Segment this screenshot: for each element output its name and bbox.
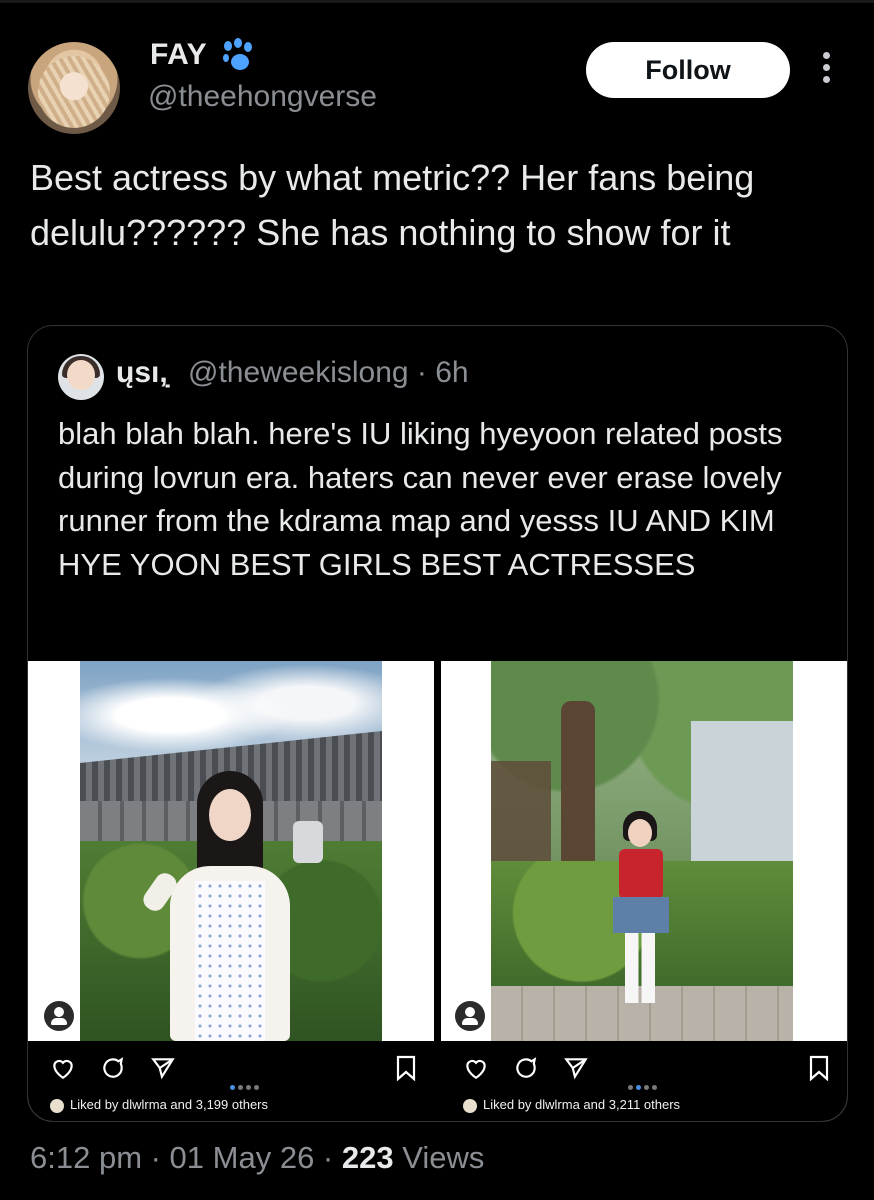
tweet-text: Best actress by what metric?? Her fans b…	[30, 157, 755, 253]
top-divider	[0, 0, 874, 3]
share-icon[interactable]	[150, 1055, 176, 1081]
author-handle[interactable]: @theehongverse	[148, 80, 377, 114]
heart-icon[interactable]	[50, 1055, 76, 1081]
user-tag-icon[interactable]	[455, 1001, 485, 1031]
instagram-action-bar: Liked by dlwlrma and 3,211 others	[441, 1041, 847, 1121]
liker-avatar	[50, 1098, 64, 1113]
views-count: 223	[341, 1140, 394, 1175]
tweet-metadata: 6:12 pm · 01 May 26 · 223 Views	[30, 1140, 484, 1176]
likes-text: Liked by dlwlrma and 3,199 others	[50, 1097, 268, 1113]
instagram-screenshot-1[interactable]: Liked by dlwlrma and 3,199 others	[28, 661, 434, 1121]
instagram-screenshot-2[interactable]: Liked by dlwlrma and 3,211 others	[441, 661, 847, 1121]
paw-icon	[223, 38, 252, 70]
heart-icon[interactable]	[463, 1055, 489, 1081]
likes-text: Liked by dlwlrma and 3,211 others	[463, 1097, 680, 1113]
quoted-author-avatar[interactable]	[58, 354, 104, 400]
comment-icon[interactable]	[513, 1055, 539, 1081]
bookmark-icon[interactable]	[807, 1055, 831, 1081]
views-label: Views	[393, 1140, 485, 1175]
share-icon[interactable]	[563, 1055, 589, 1081]
comment-icon[interactable]	[100, 1055, 126, 1081]
post-photo	[491, 661, 793, 1041]
quoted-author-handle-time[interactable]: @theweekislong · 6h	[188, 356, 469, 390]
liker-avatar	[463, 1098, 477, 1113]
user-tag-icon[interactable]	[44, 1001, 74, 1031]
quoted-author-name[interactable]: ųsı,̣	[116, 356, 168, 390]
carousel-indicator	[230, 1077, 270, 1090]
bookmark-icon[interactable]	[394, 1055, 418, 1081]
quoted-tweet[interactable]: ųsı,̣ @theweekislong · 6h blah blah blah…	[27, 325, 848, 1122]
timestamp[interactable]: 6:12 pm · 01 May 26 ·	[30, 1140, 342, 1175]
author-avatar[interactable]	[28, 42, 120, 134]
carousel-indicator	[628, 1077, 668, 1090]
more-options-icon[interactable]	[818, 52, 834, 88]
instagram-action-bar: Liked by dlwlrma and 3,199 others	[28, 1041, 434, 1121]
post-photo	[80, 661, 382, 1041]
follow-button[interactable]: Follow	[586, 42, 790, 98]
author-name[interactable]: FAY	[150, 38, 207, 72]
quoted-tweet-text: blah blah blah. here's IU liking hyeyoon…	[58, 416, 783, 582]
